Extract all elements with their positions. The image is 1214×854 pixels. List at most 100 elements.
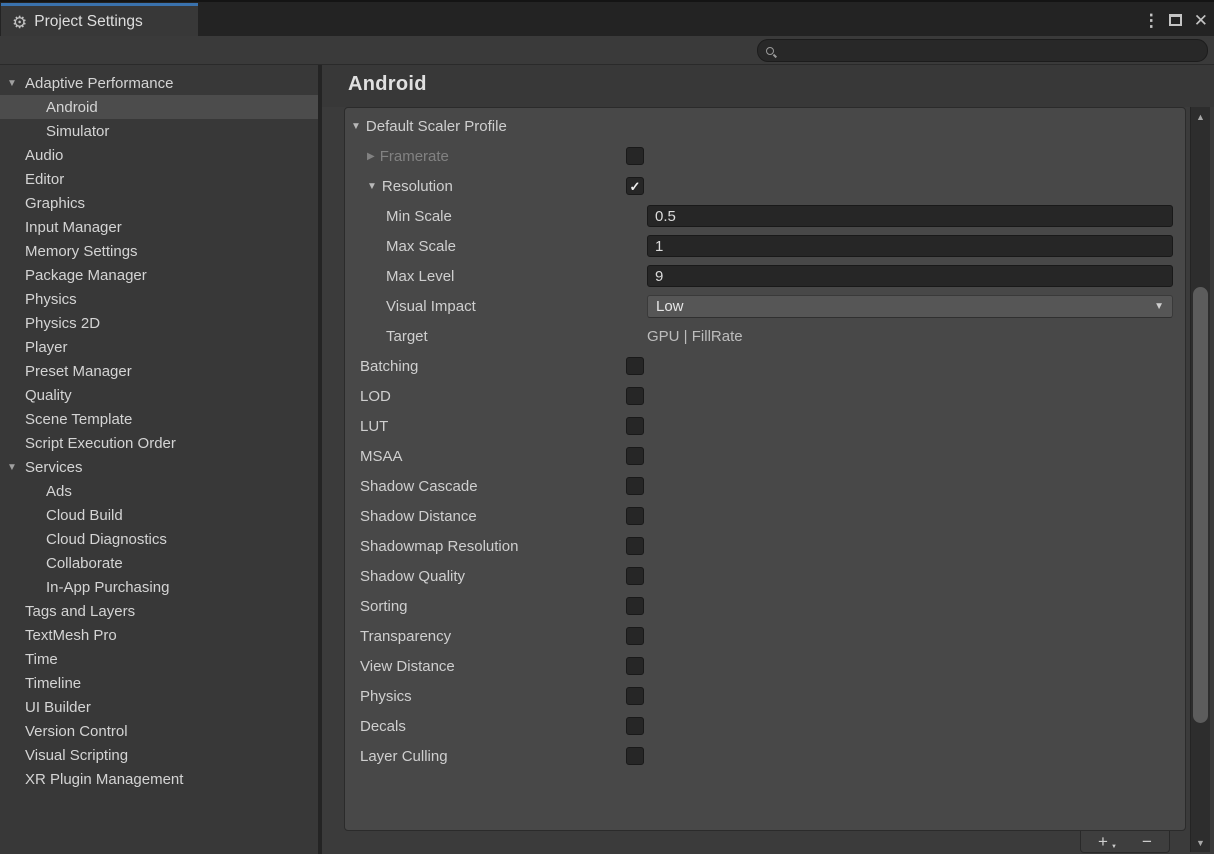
settings-category-list: ▼ Adaptive Performance Android Simulator…	[0, 65, 318, 854]
window-menu-icon[interactable]: ⋮	[1143, 12, 1157, 29]
sorting-checkbox[interactable]: ✓	[626, 597, 644, 615]
min-scale-field[interactable]	[647, 205, 1173, 227]
lut-checkbox[interactable]: ✓	[626, 417, 644, 435]
remove-button[interactable]: −	[1125, 831, 1169, 852]
sidebar-item-android[interactable]: Android	[0, 95, 318, 119]
row-lut: LUT ✓	[345, 411, 1185, 441]
decals-checkbox[interactable]: ✓	[626, 717, 644, 735]
row-shadow-cascade: Shadow Cascade ✓	[345, 471, 1185, 501]
close-icon[interactable]: ✕	[1194, 12, 1208, 29]
sidebar-item-ui-builder[interactable]: UI Builder	[0, 695, 318, 719]
sidebar-item-version-control[interactable]: Version Control	[0, 719, 318, 743]
foldout-expanded-icon[interactable]: ▼	[7, 462, 17, 473]
row-view-distance: View Distance ✓	[345, 651, 1185, 681]
sidebar-item-in-app-purchasing[interactable]: In-App Purchasing	[0, 575, 318, 599]
sidebar-item-time[interactable]: Time	[0, 647, 318, 671]
foldout-resolution[interactable]: ▼ Resolution	[345, 178, 626, 195]
add-button[interactable]: + ▼	[1081, 831, 1125, 852]
sidebar-item-collaborate[interactable]: Collaborate	[0, 551, 318, 575]
layer-culling-checkbox[interactable]: ✓	[626, 747, 644, 765]
sidebar-item-label: Package Manager	[0, 267, 147, 284]
sidebar-item-tags-and-layers[interactable]: Tags and Layers	[0, 599, 318, 623]
row-label: Shadowmap Resolution	[360, 538, 518, 555]
chevron-down-icon: ▼	[1111, 844, 1117, 850]
vertical-scrollbar[interactable]: ▲ ▼	[1190, 107, 1210, 852]
sidebar-item-quality[interactable]: Quality	[0, 383, 318, 407]
scrollbar-thumb[interactable]	[1193, 287, 1208, 723]
row-physics: Physics ✓	[345, 681, 1185, 711]
max-scale-field[interactable]	[647, 235, 1173, 257]
max-level-field[interactable]	[647, 265, 1173, 287]
lod-checkbox[interactable]: ✓	[626, 387, 644, 405]
sidebar-item-label: Input Manager	[0, 219, 122, 236]
sidebar-item-label: XR Plugin Management	[0, 771, 183, 788]
shadowmap-resolution-checkbox[interactable]: ✓	[626, 537, 644, 555]
row-visual-impact: Visual Impact Low ▼	[345, 291, 1185, 321]
sidebar-item-editor[interactable]: Editor	[0, 167, 318, 191]
sidebar-item-simulator[interactable]: Simulator	[0, 119, 318, 143]
scroll-down-icon[interactable]: ▼	[1191, 838, 1210, 848]
row-label: Resolution	[382, 178, 453, 195]
sidebar-item-label: Player	[0, 339, 68, 356]
sidebar-item-ads[interactable]: Ads	[0, 479, 318, 503]
main-header: Android	[322, 65, 1214, 107]
sidebar-item-visual-scripting[interactable]: Visual Scripting	[0, 743, 318, 767]
foldout-expanded-icon[interactable]: ▼	[7, 78, 17, 89]
sidebar-item-graphics[interactable]: Graphics	[0, 191, 318, 215]
sidebar-item-preset-manager[interactable]: Preset Manager	[0, 359, 318, 383]
row-label: Sorting	[360, 598, 408, 615]
resolution-checkbox[interactable]: ✓	[626, 177, 644, 195]
msaa-checkbox[interactable]: ✓	[626, 447, 644, 465]
view-distance-checkbox[interactable]: ✓	[626, 657, 644, 675]
row-max-level: Max Level	[345, 261, 1185, 291]
sidebar-item-memory-settings[interactable]: Memory Settings	[0, 239, 318, 263]
shadow-distance-checkbox[interactable]: ✓	[626, 507, 644, 525]
sidebar-item-cloud-build[interactable]: Cloud Build	[0, 503, 318, 527]
physics-checkbox[interactable]: ✓	[626, 687, 644, 705]
sidebar-item-cloud-diagnostics[interactable]: Cloud Diagnostics	[0, 527, 318, 551]
sidebar-item-adaptive-performance[interactable]: ▼ Adaptive Performance	[0, 71, 318, 95]
maximize-icon[interactable]	[1169, 14, 1182, 26]
sidebar-item-package-manager[interactable]: Package Manager	[0, 263, 318, 287]
row-batching: Batching ✓	[345, 351, 1185, 381]
sidebar-item-input-manager[interactable]: Input Manager	[0, 215, 318, 239]
search-input[interactable]	[774, 43, 1207, 58]
sidebar-item-audio[interactable]: Audio	[0, 143, 318, 167]
sidebar-item-label: Cloud Diagnostics	[0, 531, 167, 548]
scaler-settings-panel: ▼ Default Scaler Profile ▶ Framerate ✓	[344, 107, 1186, 831]
batching-checkbox[interactable]: ✓	[626, 357, 644, 375]
sidebar-item-scene-template[interactable]: Scene Template	[0, 407, 318, 431]
sidebar-item-physics[interactable]: Physics	[0, 287, 318, 311]
foldout-framerate[interactable]: ▶ Framerate	[345, 148, 626, 165]
sidebar-item-textmesh-pro[interactable]: TextMesh Pro	[0, 623, 318, 647]
row-lod: LOD ✓	[345, 381, 1185, 411]
transparency-checkbox[interactable]: ✓	[626, 627, 644, 645]
row-label: Transparency	[360, 628, 451, 645]
sidebar-item-script-execution-order[interactable]: Script Execution Order	[0, 431, 318, 455]
sidebar-item-label: Time	[0, 651, 58, 668]
row-label: Default Scaler Profile	[366, 118, 507, 135]
sidebar-item-player[interactable]: Player	[0, 335, 318, 359]
shadow-cascade-checkbox[interactable]: ✓	[626, 477, 644, 495]
row-label: Layer Culling	[360, 748, 448, 765]
gear-icon: ⚙	[12, 14, 27, 31]
sidebar-item-label: Script Execution Order	[0, 435, 176, 452]
main-panel: Android ▼ Default Scaler Profile ▶ Frame…	[322, 65, 1214, 854]
sidebar-item-timeline[interactable]: Timeline	[0, 671, 318, 695]
checkmark-icon: ✓	[630, 180, 641, 193]
row-target: Target GPU | FillRate	[345, 321, 1185, 351]
sidebar-item-physics-2d[interactable]: Physics 2D	[0, 311, 318, 335]
plus-icon: +	[1098, 833, 1108, 850]
shadow-quality-checkbox[interactable]: ✓	[626, 567, 644, 585]
foldout-default-scaler-profile[interactable]: ▼ Default Scaler Profile	[345, 118, 626, 135]
visual-impact-dropdown[interactable]: Low ▼	[647, 295, 1173, 318]
search-box[interactable]	[757, 39, 1208, 62]
row-label: LUT	[360, 418, 388, 435]
scroll-up-icon[interactable]: ▲	[1191, 112, 1210, 122]
framerate-checkbox[interactable]: ✓	[626, 147, 644, 165]
sidebar-item-xr-plugin-management[interactable]: XR Plugin Management	[0, 767, 318, 791]
tab-project-settings[interactable]: ⚙ Project Settings	[1, 3, 198, 38]
sidebar-item-label: Preset Manager	[0, 363, 132, 380]
search-icon	[766, 47, 774, 55]
sidebar-item-services[interactable]: ▼ Services	[0, 455, 318, 479]
